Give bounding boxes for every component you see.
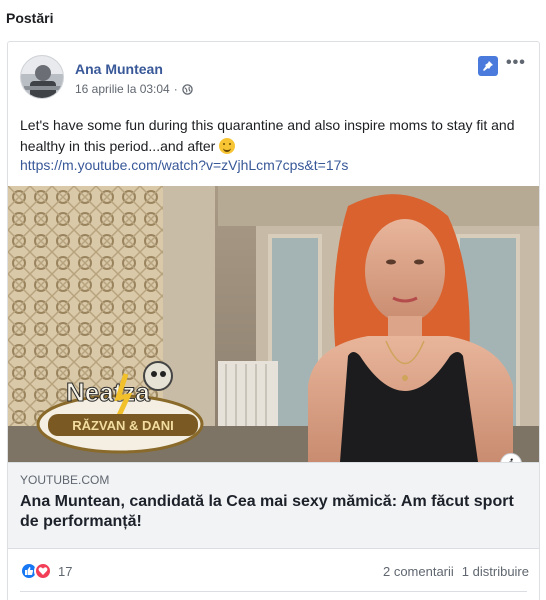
smile-emoji-icon	[219, 138, 236, 154]
logo-title: Neatza	[66, 377, 150, 407]
meta-separator: ·	[173, 82, 178, 96]
actions-divider	[20, 591, 527, 592]
preview-title[interactable]: Ana Muntean, candidată la Cea mai sexy m…	[20, 492, 530, 532]
link-preview[interactable]: YOUTUBE.COM Ana Muntean, candidată la Ce…	[8, 462, 539, 549]
post-card: Ana Muntean 16 aprilie la 03:04 · ••• Le…	[7, 41, 540, 600]
post-meta: 16 aprilie la 03:04 ·	[75, 82, 193, 96]
author-avatar[interactable]	[20, 55, 64, 99]
reactions-summary[interactable]: 17	[20, 562, 72, 580]
pin-icon[interactable]	[478, 56, 498, 76]
author-name[interactable]: Ana Muntean	[75, 61, 163, 77]
preview-domain: YOUTUBE.COM	[20, 473, 110, 487]
shares-count[interactable]: 1 distribuire	[462, 564, 529, 579]
post-body: Let's have some fun during this quaranti…	[20, 117, 515, 154]
more-options-icon[interactable]: •••	[506, 54, 526, 72]
globe-icon	[182, 83, 193, 95]
section-title: Postări	[6, 10, 54, 26]
post-stats: 17 2 comentarii 1 distribuire	[8, 549, 539, 591]
post-link[interactable]: https://m.youtube.com/watch?v=zVjhLcm7cp…	[20, 157, 348, 173]
post-date[interactable]: 16 aprilie la 03:04	[75, 82, 170, 96]
engagement-stats: 2 comentarii 1 distribuire	[383, 564, 529, 579]
comments-count[interactable]: 2 comentarii	[383, 564, 454, 579]
love-icon	[34, 562, 52, 580]
logo-subtitle: RĂZVAN & DANI	[72, 418, 174, 433]
post-text: Let's have some fun during this quaranti…	[20, 115, 525, 157]
reaction-count: 17	[58, 563, 73, 579]
video-thumbnail[interactable]: Neatza RĂZVAN & DANI	[8, 186, 539, 462]
